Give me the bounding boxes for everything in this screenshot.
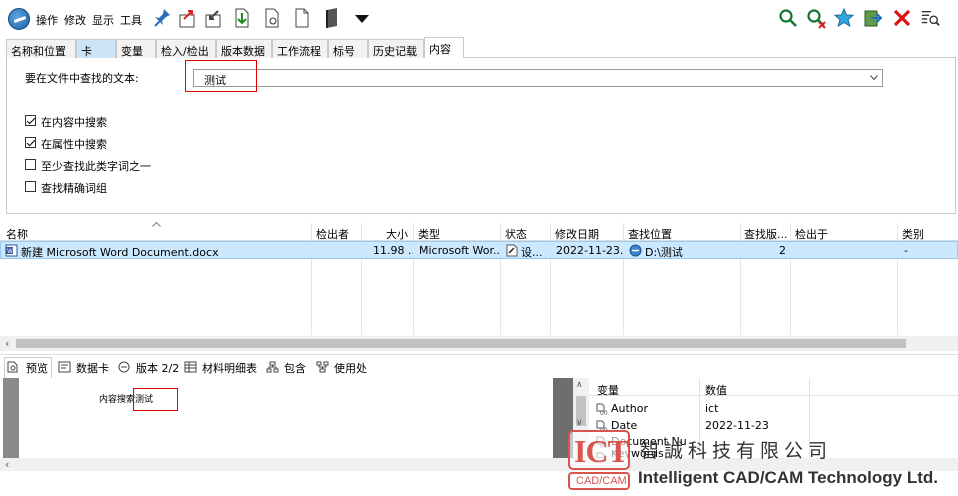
search-icon[interactable] xyxy=(778,7,798,29)
vault-location-icon xyxy=(629,244,642,257)
row-found-version: 2 xyxy=(779,244,786,257)
app-logo-icon xyxy=(8,8,30,30)
tab-label: 变量 xyxy=(121,45,143,58)
column-separators xyxy=(0,223,958,335)
tab-contains-label[interactable]: 包含 xyxy=(284,360,306,376)
search-text-label: 要在文件中查找的文本: xyxy=(25,72,139,85)
close-icon[interactable] xyxy=(892,7,912,29)
results-horizontal-scrollbar[interactable]: ‹ xyxy=(0,336,958,351)
status-icon xyxy=(506,244,518,257)
search-clear-icon[interactable] xyxy=(806,7,826,29)
scrollbar-thumb[interactable] xyxy=(16,339,906,348)
row-type: Microsoft Wor... xyxy=(419,244,500,257)
tab-content[interactable]: 内容 xyxy=(424,37,464,59)
datacard-icon xyxy=(58,361,71,373)
row-category: - xyxy=(904,244,908,257)
scroll-left-icon[interactable]: ‹ xyxy=(5,337,9,350)
tab-label: 卡 xyxy=(81,45,92,58)
tab-workflow[interactable]: 工作流程 xyxy=(272,39,328,58)
tab-card[interactable]: 卡 xyxy=(76,39,116,58)
table-row[interactable]: W 新建 Microsoft Word Document.docx 11.98 … xyxy=(0,241,958,259)
highlight-box xyxy=(133,388,178,411)
svg-text:00: 00 xyxy=(600,410,608,415)
document-search-icon[interactable] xyxy=(262,7,282,29)
menu-operate[interactable]: 操作 xyxy=(36,12,58,28)
tab-preview-label: 预览 xyxy=(26,362,48,375)
row-location: D:\测试 xyxy=(645,246,683,259)
menu-tools[interactable]: 工具 xyxy=(120,12,142,28)
content-search-panel: 要在文件中查找的文本: 测试 在内容中搜索 在属性中搜索 至少查找此类字词之一 … xyxy=(6,58,956,214)
preview-pane: 内容搜索测试 xyxy=(19,378,553,458)
tab-label: 检入/检出 xyxy=(161,45,209,58)
exact-phrase-label: 查找精确词组 xyxy=(41,182,107,195)
search-text-combobox[interactable]: 测试 xyxy=(193,69,883,87)
company-logo: ICT xyxy=(568,430,630,470)
row-name: 新建 Microsoft Word Document.docx xyxy=(21,246,219,259)
book-icon[interactable] xyxy=(322,7,342,29)
document-icon[interactable] xyxy=(292,7,312,29)
tab-checkin-checkout[interactable]: 检入/检出 xyxy=(156,39,216,58)
checkin-icon[interactable] xyxy=(204,7,224,29)
tab-label: 历史记载 xyxy=(373,45,417,58)
contains-tree-icon xyxy=(266,361,279,373)
logo-subtitle: CAD/CAM xyxy=(576,475,627,487)
property-icon: 00 xyxy=(596,403,608,415)
scroll-up-icon[interactable]: ∧ xyxy=(576,380,583,390)
prop-name-author: Author xyxy=(611,402,649,415)
word-document-icon: W xyxy=(5,244,18,257)
prop-value-author: ict xyxy=(705,402,719,415)
search-in-properties-label: 在属性中搜索 xyxy=(41,138,107,151)
tab-version-data[interactable]: 版本数据 xyxy=(216,39,272,58)
favorite-star-icon[interactable] xyxy=(834,7,854,29)
pin-icon[interactable] xyxy=(152,7,172,29)
tab-label-tag[interactable]: 标号 xyxy=(328,39,368,58)
company-watermark: ICT CAD/CAM 智誠科技有限公司 Intelligent CAD/CAM… xyxy=(566,428,958,496)
tab-label: 内容 xyxy=(429,43,451,56)
company-name-en: Intelligent CAD/CAM Technology Ltd. xyxy=(638,468,938,487)
tab-bom-label[interactable]: 材料明细表 xyxy=(202,360,257,376)
detail-tabs: 预览 数据卡 版本 2/2 材料明细表 包含 使用处 xyxy=(0,354,958,378)
menu-modify[interactable]: 修改 xyxy=(64,12,86,28)
export-icon[interactable] xyxy=(862,7,882,29)
scroll-left-icon[interactable]: ‹ xyxy=(5,458,9,471)
svg-text:W: W xyxy=(7,248,13,255)
tab-variables[interactable]: 变量 xyxy=(116,39,156,58)
toolbar: 操作 修改 显示 工具 xyxy=(0,0,958,36)
scroll-down-icon[interactable]: ∨ xyxy=(576,418,583,428)
tab-label: 工作流程 xyxy=(277,45,321,58)
exact-phrase-checkbox[interactable] xyxy=(25,181,36,192)
chevron-down-icon[interactable] xyxy=(870,75,878,81)
get-latest-icon[interactable] xyxy=(232,7,252,29)
tab-version-label[interactable]: 版本 2/2 xyxy=(136,360,179,376)
row-size: 11.98 ... xyxy=(373,244,413,257)
search-list-icon[interactable] xyxy=(920,7,940,29)
any-word-checkbox[interactable] xyxy=(25,159,36,170)
search-tabs: 名称和位置 卡 变量 检入/检出 版本数据 工作流程 标号 历史记载 内容 xyxy=(6,37,956,59)
tab-datacard-label[interactable]: 数据卡 xyxy=(76,360,109,376)
search-in-content-label: 在内容中搜索 xyxy=(41,116,107,129)
tab-label: 名称和位置 xyxy=(11,45,66,58)
props-header-variable: 变量 xyxy=(597,384,619,397)
company-name-cn: 智誠科技有限公司 xyxy=(640,440,833,462)
search-in-content-checkbox[interactable] xyxy=(25,115,36,126)
checkout-icon[interactable] xyxy=(178,7,198,29)
version-icon xyxy=(118,361,130,373)
where-used-icon xyxy=(316,361,329,373)
bom-table-icon xyxy=(184,361,197,373)
tab-label: 版本数据 xyxy=(221,45,265,58)
tab-label: 标号 xyxy=(333,45,355,58)
tab-history[interactable]: 历史记载 xyxy=(368,39,424,58)
row-status: 设... xyxy=(521,246,543,259)
menu-view[interactable]: 显示 xyxy=(92,12,114,28)
search-in-properties-checkbox[interactable] xyxy=(25,137,36,148)
row-modified: 2022-11-23... xyxy=(556,244,623,257)
props-header-value: 数值 xyxy=(705,384,727,397)
any-word-label: 至少查找此类字词之一 xyxy=(41,160,151,173)
tab-where-used-label[interactable]: 使用处 xyxy=(334,360,367,376)
highlight-box xyxy=(185,60,257,92)
tab-name-location[interactable]: 名称和位置 xyxy=(6,39,76,58)
preview-icon xyxy=(7,361,18,373)
dropdown-arrow-icon[interactable] xyxy=(352,7,372,29)
preview-left-margin xyxy=(3,378,19,458)
